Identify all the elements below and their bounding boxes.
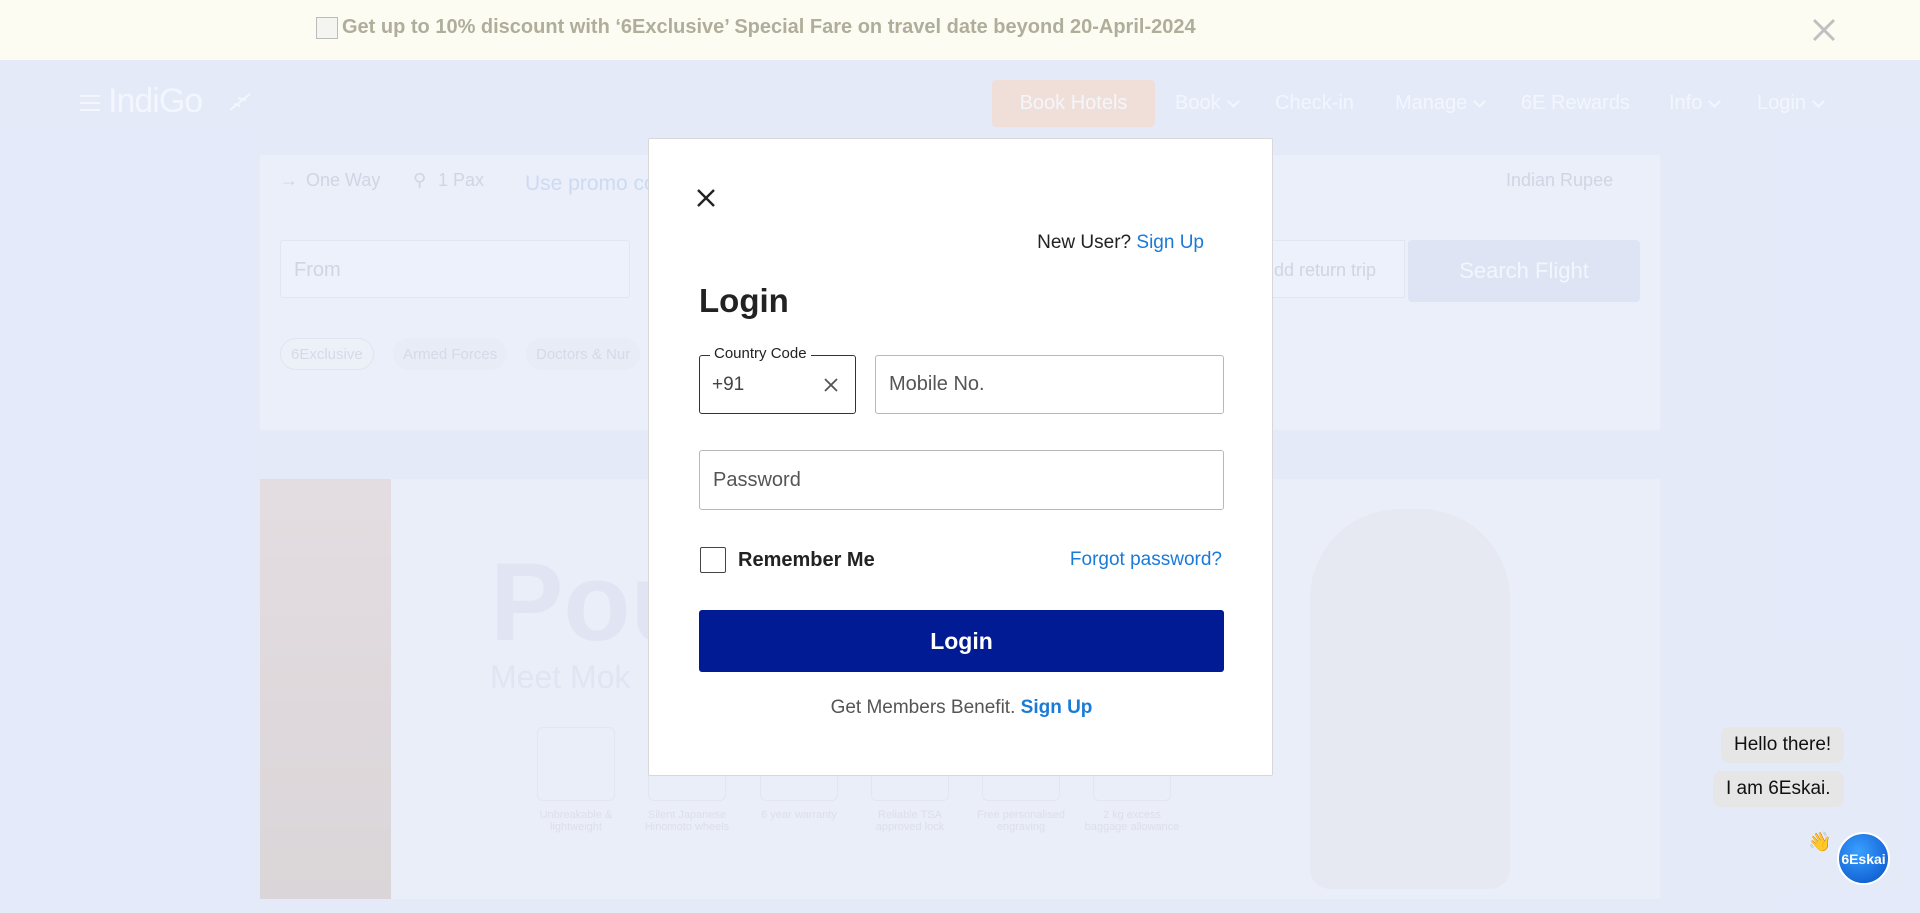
close-icon[interactable] bbox=[693, 185, 719, 211]
remember-me-checkbox[interactable] bbox=[700, 547, 726, 573]
new-user-prompt: New User? Sign Up bbox=[1037, 232, 1204, 253]
members-benefit-text: Get Members Benefit. Sign Up bbox=[830, 697, 1093, 718]
login-button[interactable]: Login bbox=[699, 610, 1224, 672]
password-field[interactable] bbox=[699, 450, 1224, 510]
password-input[interactable] bbox=[700, 451, 1223, 509]
promo-text: Get up to 10% discount with ‘6Exclusive’… bbox=[342, 16, 1196, 38]
remember-me-label: Remember Me bbox=[738, 548, 875, 571]
close-icon[interactable] bbox=[1808, 14, 1840, 46]
wave-hand-icon: 👋 bbox=[1808, 832, 1832, 853]
sign-up-link[interactable]: Sign Up bbox=[1136, 232, 1204, 253]
login-modal: New User? Sign Up Login Country Code +91… bbox=[648, 138, 1273, 776]
chat-greeting-bubble[interactable]: Hello there! bbox=[1721, 727, 1845, 763]
mobile-number-field[interactable] bbox=[875, 355, 1224, 414]
remember-me-option[interactable]: Remember Me bbox=[700, 547, 875, 573]
login-title: Login bbox=[699, 282, 789, 319]
chatbot-avatar-button[interactable]: 6Eskai bbox=[1837, 832, 1890, 885]
promo-banner: Get up to 10% discount with ‘6Exclusive’… bbox=[0, 0, 1920, 60]
clear-icon[interactable] bbox=[820, 374, 842, 396]
mobile-number-input[interactable] bbox=[876, 356, 1223, 413]
chat-intro-bubble[interactable]: I am 6Eskai. bbox=[1713, 771, 1844, 807]
country-code-value[interactable]: +91 bbox=[712, 374, 744, 396]
country-code-label: Country Code bbox=[710, 345, 811, 362]
members-sign-up-link[interactable]: Sign Up bbox=[1021, 697, 1093, 718]
country-code-field[interactable]: Country Code +91 bbox=[699, 345, 856, 414]
forgot-password-link[interactable]: Forgot password? bbox=[1070, 549, 1222, 571]
promo-image-icon bbox=[316, 17, 338, 39]
